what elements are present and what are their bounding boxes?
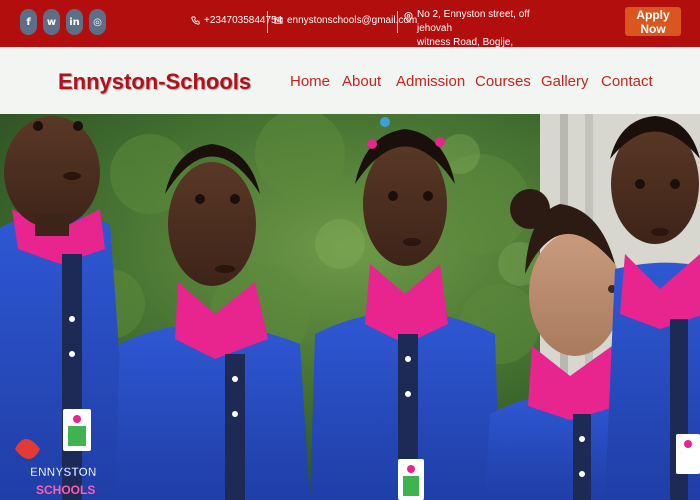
hero-photo: ENNYSTON SCHOOLS (0, 114, 700, 500)
social-links: f w in ◎ (20, 9, 106, 35)
phone-icon (191, 16, 200, 25)
badge-text: SCHOOLS (36, 483, 95, 497)
divider (397, 11, 398, 33)
location-pin-icon (404, 12, 413, 23)
hero-image: ENNYSTON SCHOOLS (0, 114, 700, 500)
nav-courses[interactable]: Courses (475, 73, 531, 90)
school-badge (676, 434, 700, 474)
nav-gallery[interactable]: Gallery (541, 73, 589, 90)
main-nav: Ennyston-Schools Home About Admission Co… (0, 47, 700, 114)
phone-contact[interactable]: +2347035844754 (191, 15, 282, 26)
nav-admission[interactable]: Admission (396, 73, 465, 90)
address-line-1: No 2, Ennyston street, off jehovah (417, 9, 530, 34)
whatsapp-icon[interactable]: w (43, 9, 60, 35)
site-logo[interactable]: Ennyston-Schools (58, 69, 251, 95)
phone-number: +2347035844754 (204, 15, 283, 26)
apply-now-button[interactable]: Apply Now (625, 7, 681, 36)
facebook-icon[interactable]: f (20, 9, 37, 35)
nav-home[interactable]: Home (290, 73, 330, 90)
linkedin-icon[interactable]: in (66, 9, 83, 35)
email-contact[interactable]: ennystonschools@gmail.com (274, 15, 417, 26)
instagram-icon[interactable]: ◎ (89, 9, 106, 35)
badge-text: ENNYSTON (30, 465, 96, 479)
mail-icon (274, 17, 283, 24)
nav-about[interactable]: About (342, 73, 381, 90)
top-bar: f w in ◎ +2347035844754 ennystonschools@… (0, 0, 700, 62)
school-badge (398, 459, 424, 500)
nav-contact[interactable]: Contact (601, 73, 653, 90)
divider (267, 11, 268, 33)
